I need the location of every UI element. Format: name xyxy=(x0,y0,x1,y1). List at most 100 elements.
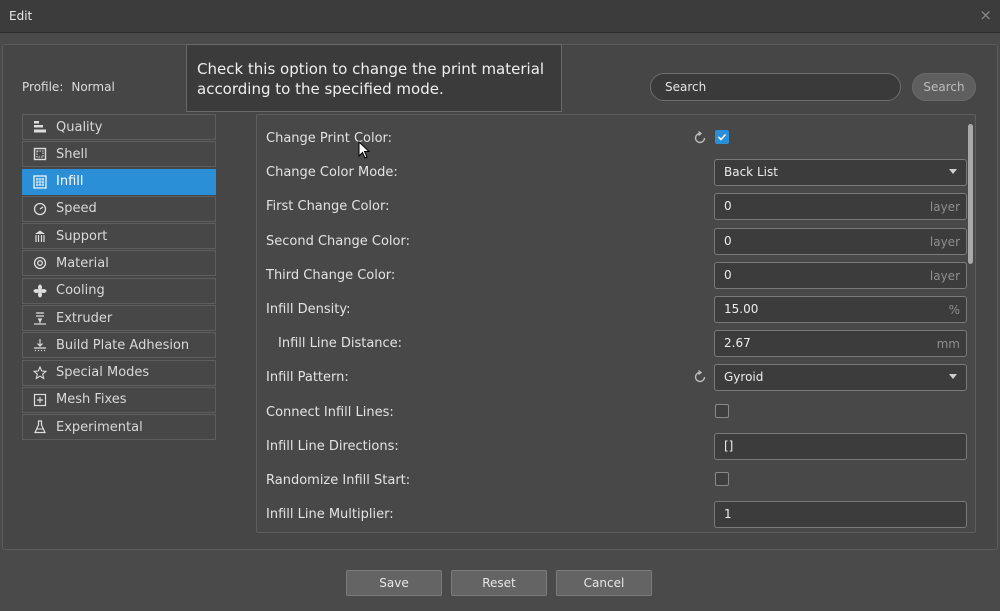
setting-value: Gyroid xyxy=(724,370,764,385)
setting-label: Infill Line Directions: xyxy=(266,438,399,454)
setting-row: Second Change Color: 0 layer xyxy=(257,227,975,257)
close-icon[interactable]: × xyxy=(979,6,992,24)
support-icon xyxy=(32,228,48,244)
speed-icon xyxy=(32,201,48,217)
extruder-icon xyxy=(32,310,48,326)
setting-dropdown[interactable]: Gyroid xyxy=(714,364,967,392)
reset-icon[interactable] xyxy=(692,130,708,146)
setting-label: Randomize Infill Start: xyxy=(266,473,411,488)
setting-row: Randomize Infill Start: xyxy=(257,466,975,496)
quality-icon xyxy=(32,119,48,135)
sidebar-item-label: Speed xyxy=(56,201,97,217)
sidebar-item-label: Shell xyxy=(56,146,88,162)
sidebar-item-label: Extruder xyxy=(56,310,113,326)
sidebar-item-mesh-fixes[interactable]: Mesh Fixes xyxy=(22,386,216,413)
setting-value: 0 xyxy=(724,199,732,214)
setting-row: Infill Pattern: Gyroid xyxy=(257,363,975,393)
setting-value: Back List xyxy=(724,165,778,180)
setting-row: Infill Line Distance: 2.67 mm xyxy=(257,329,975,359)
experimental-icon xyxy=(32,419,48,435)
setting-unit: layer xyxy=(929,234,960,249)
chevron-down-icon xyxy=(949,374,957,380)
setting-label: Second Change Color: xyxy=(266,233,410,249)
sidebar-item-build-plate-adhesion[interactable]: Build Plate Adhesion xyxy=(22,332,216,359)
setting-row: Infill Line Multiplier: 1 xyxy=(257,500,975,530)
setting-label: Infill Pattern: xyxy=(266,370,349,386)
setting-row: Third Change Color: 0 layer xyxy=(257,261,975,291)
setting-input[interactable]: 0 layer xyxy=(714,261,967,289)
chevron-down-icon xyxy=(949,169,957,175)
build-plate-icon xyxy=(32,337,48,353)
settings-scrollbar[interactable] xyxy=(968,124,973,264)
sidebar-item-quality[interactable]: Quality xyxy=(22,114,216,140)
setting-row: Connect Infill Lines: xyxy=(257,398,975,428)
setting-label: Change Print Color: xyxy=(266,131,393,146)
sidebar-item-label: Build Plate Adhesion xyxy=(56,337,190,353)
profile-indicator: Profile: Normal xyxy=(22,80,115,94)
mouse-cursor-icon xyxy=(358,141,371,159)
material-icon xyxy=(32,255,48,271)
reset-button[interactable]: Reset xyxy=(451,570,547,596)
search-input[interactable] xyxy=(650,73,901,101)
sidebar-item-support[interactable]: Support xyxy=(22,223,216,250)
setting-value: 0 xyxy=(724,233,732,248)
settings-list: Change Print Color: Change Color Mode: Bac… xyxy=(256,114,976,533)
special-modes-icon xyxy=(32,365,48,381)
mesh-fixes-icon xyxy=(32,392,48,408)
reset-icon[interactable] xyxy=(692,369,708,385)
save-button[interactable]: Save xyxy=(346,570,442,596)
setting-label: Infill Density: xyxy=(266,302,351,317)
setting-unit: layer xyxy=(929,268,960,283)
setting-label: First Change Color: xyxy=(266,199,390,215)
setting-checkbox[interactable] xyxy=(715,130,729,144)
setting-row: Change Color Mode: Back List xyxy=(257,158,975,188)
setting-checkbox[interactable] xyxy=(715,472,729,486)
setting-value: 15.00 xyxy=(724,302,759,316)
setting-value: [] xyxy=(724,438,734,453)
setting-label: Infill Line Multiplier: xyxy=(266,507,394,523)
setting-value: 1 xyxy=(724,507,732,522)
shell-icon xyxy=(32,146,48,162)
tooltip: Check this option to change the print ma… xyxy=(186,44,562,112)
setting-input[interactable]: 1 xyxy=(714,501,967,529)
setting-input[interactable]: [] xyxy=(714,432,967,460)
setting-input[interactable]: 15.00% xyxy=(714,296,967,323)
setting-unit: mm xyxy=(936,337,960,352)
setting-checkbox[interactable] xyxy=(715,403,729,418)
title-bar: Edit × xyxy=(0,0,1000,33)
category-sidebar: Quality Shell Infill Speed Support Material Co… xyxy=(22,114,216,442)
sidebar-item-label: Support xyxy=(56,228,108,244)
sidebar-item-special-modes[interactable]: Special Modes xyxy=(22,359,216,386)
setting-input[interactable]: 0 layer xyxy=(714,227,967,255)
cooling-icon xyxy=(32,283,48,299)
sidebar-item-shell[interactable]: Shell xyxy=(22,141,216,168)
setting-value: 0 xyxy=(724,267,732,282)
window-title: Edit xyxy=(9,9,33,23)
sidebar-item-label: Experimental xyxy=(56,419,143,435)
cancel-button[interactable]: Cancel xyxy=(556,570,652,596)
sidebar-item-cooling[interactable]: Cooling xyxy=(22,277,216,304)
search-button[interactable]: Search xyxy=(912,73,976,101)
setting-value: 2.67 xyxy=(724,336,751,351)
setting-row: First Change Color: 0 layer xyxy=(257,192,975,222)
tooltip-text: Check this option to change the print ma… xyxy=(197,60,545,98)
sidebar-item-label: Special Modes xyxy=(56,365,150,381)
sidebar-item-speed[interactable]: Speed xyxy=(22,195,216,222)
sidebar-item-infill[interactable]: Infill xyxy=(22,168,216,195)
sidebar-item-extruder[interactable]: Extruder xyxy=(22,305,216,332)
setting-row: Infill Density: 15.00% xyxy=(257,295,975,325)
sidebar-item-experimental[interactable]: Experimental xyxy=(22,414,216,441)
sidebar-item-material[interactable]: Material xyxy=(22,250,216,277)
setting-dropdown[interactable]: Back List xyxy=(714,159,967,187)
setting-label: Change Color Mode: xyxy=(266,165,398,181)
setting-label: Third Change Color: xyxy=(266,267,396,283)
sidebar-item-label: Quality xyxy=(56,119,103,135)
setting-label: Connect Infill Lines: xyxy=(266,404,394,420)
setting-unit: layer xyxy=(929,200,960,215)
profile-value: Normal xyxy=(71,80,115,94)
setting-row: Infill Line Directions: [] xyxy=(257,432,975,462)
setting-input[interactable]: 0 layer xyxy=(714,193,967,221)
sidebar-item-label: Material xyxy=(56,255,109,271)
setting-input[interactable]: 2.67 mm xyxy=(714,330,967,358)
profile-label: Profile: xyxy=(22,80,64,94)
